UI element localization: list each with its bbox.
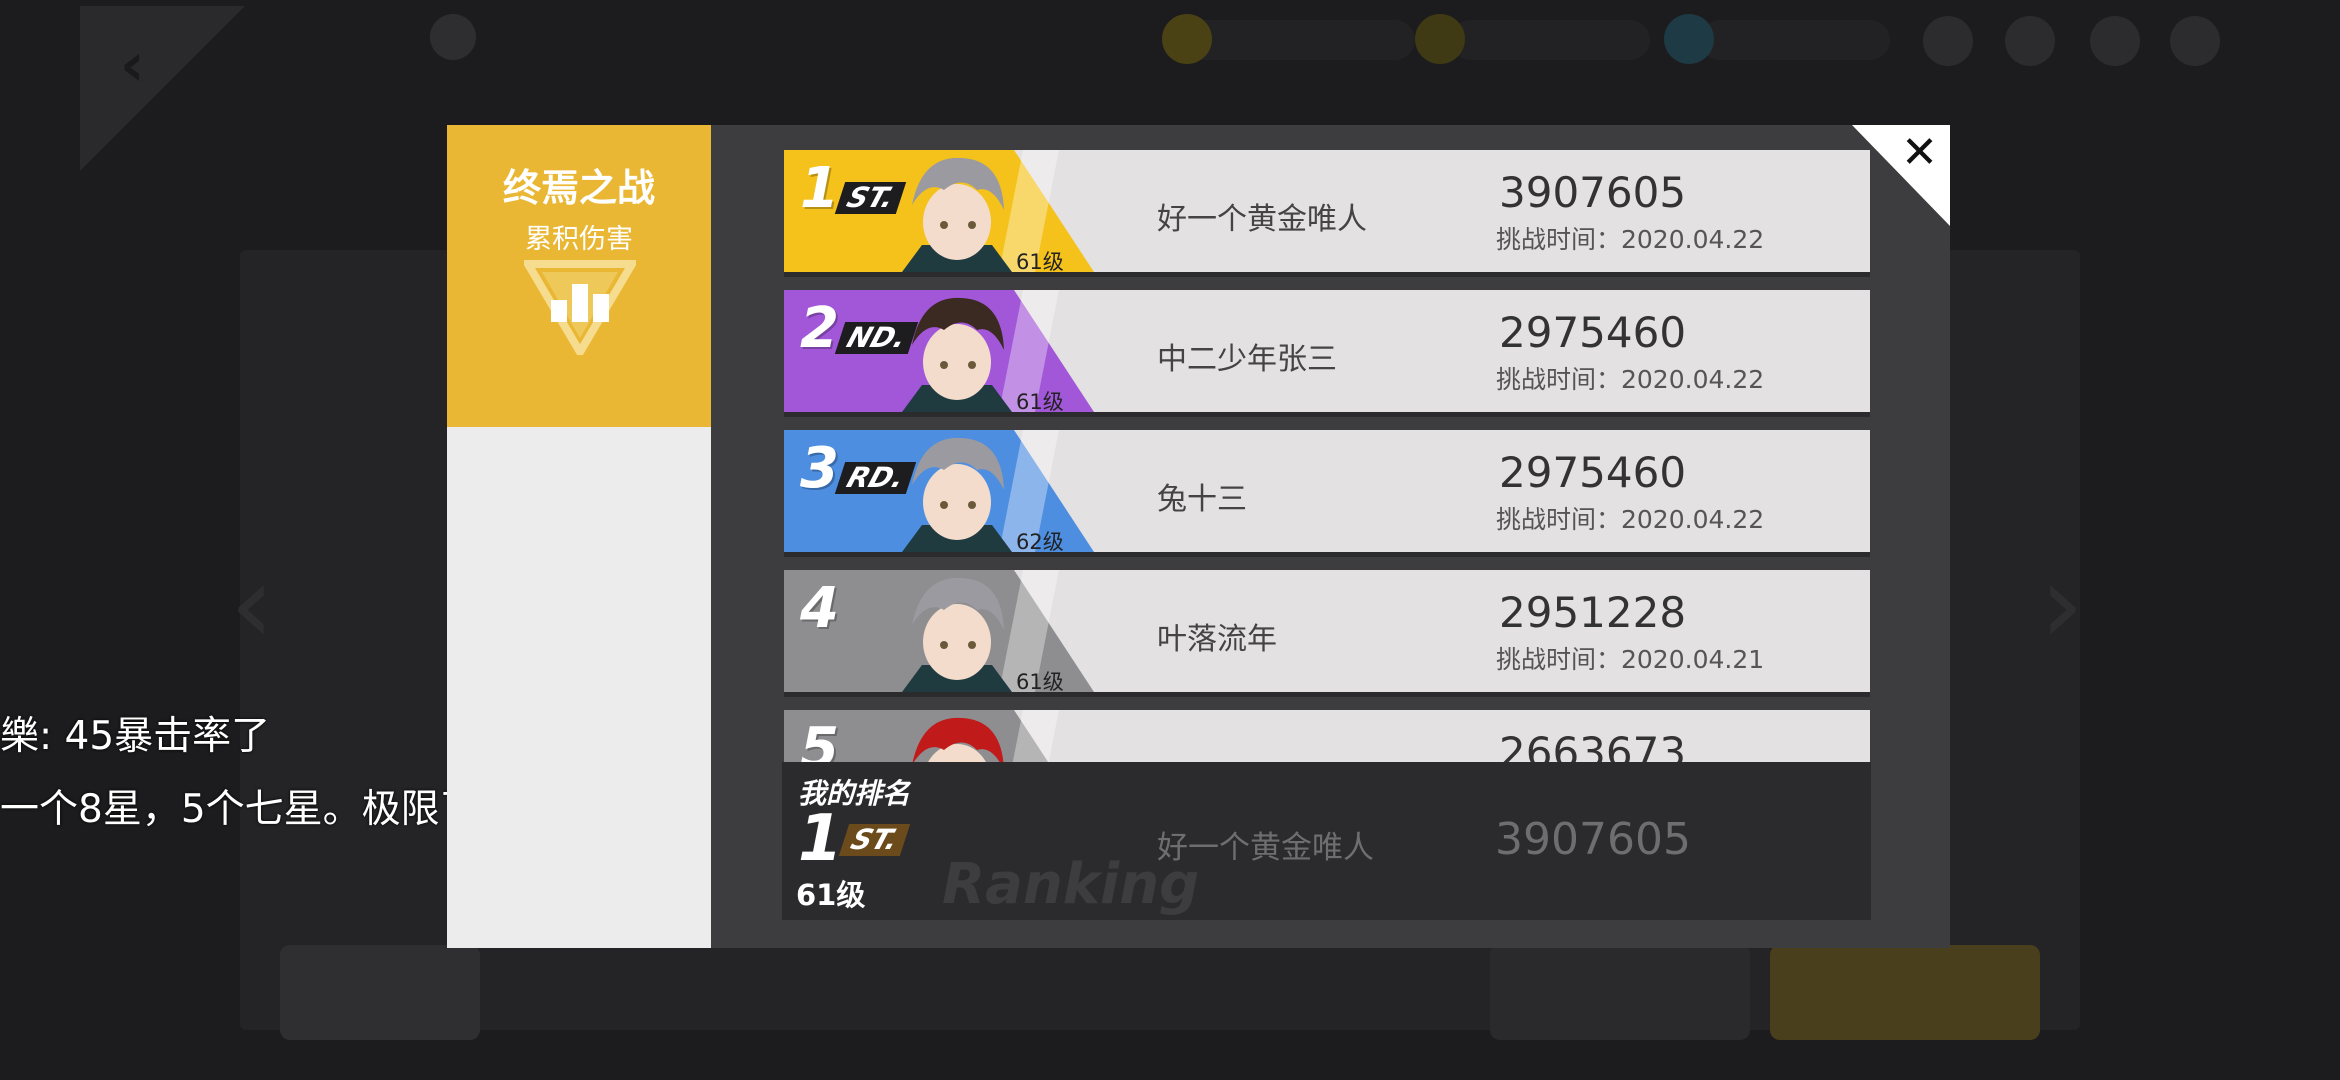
player-name: 好一个黄金唯人	[1157, 202, 1367, 237]
rank-badge-area: 4 61级	[784, 570, 1094, 692]
my-level: 61级	[796, 878, 866, 912]
player-avatar	[902, 157, 1012, 272]
back-button[interactable]	[80, 6, 245, 171]
category-title: 终焉之战	[502, 166, 655, 210]
bg-button-middle[interactable]	[1490, 945, 1750, 1040]
gem-icon	[1664, 14, 1714, 64]
rank-row[interactable]: 3 RD. 62级 兔十三 2975460 挑战时间：2020.04.22	[784, 430, 1870, 557]
help-icon[interactable]	[430, 14, 476, 60]
stamina-icon	[1415, 14, 1465, 64]
player-score: 2951228	[1499, 588, 1687, 637]
rank-row[interactable]: 4 61级 叶落流年 2951228 挑战时间：2020.04.21	[784, 570, 1870, 697]
my-player-name: 好一个黄金唯人	[1157, 830, 1374, 866]
rank-suffix: ND.	[834, 321, 919, 354]
player-level: 61级	[1016, 390, 1064, 412]
close-icon: ✕	[1901, 127, 1938, 178]
player-name: 叶落流年	[1157, 622, 1277, 657]
top-bar: ‹	[0, 0, 2340, 171]
rank-badge-area: 2 ND. 61级	[784, 290, 1094, 412]
bg-button-confirm[interactable]	[1770, 945, 2040, 1040]
my-rank-suffix: ST.	[838, 823, 911, 856]
player-score: 2975460	[1499, 308, 1687, 357]
rank-number: 1	[800, 156, 839, 221]
player-name: 中二少年张三	[1157, 342, 1337, 377]
player-avatar	[902, 577, 1012, 692]
rank-number: 4	[800, 576, 839, 641]
subtitle-line-2: 一个8星，5个七星。极限了	[0, 787, 479, 832]
player-level: 62级	[1016, 530, 1064, 552]
gift-icon[interactable]	[2090, 16, 2140, 66]
challenge-time: 挑战时间：2020.04.22	[1496, 505, 1765, 534]
resource-gold-bar	[1185, 20, 1415, 60]
my-score: 3907605	[1495, 814, 1691, 865]
category-subtitle: 累积伤害	[525, 224, 633, 255]
rank-suffix: RD.	[834, 461, 917, 494]
category-tab-active[interactable]: 终焉之战 累积伤害	[447, 125, 711, 427]
resource-stamina-bar	[1450, 20, 1650, 60]
rank-suffix: ST.	[834, 181, 907, 214]
rank-badge-area: 3 RD. 62级	[784, 430, 1094, 552]
back-arrow-icon: ‹	[120, 30, 145, 100]
subtitle-line-1: 樂: 45暴击率了	[0, 714, 271, 759]
bg-button-left[interactable]	[280, 945, 480, 1040]
challenge-time: 挑战时间：2020.04.21	[1496, 645, 1765, 674]
ranking-list[interactable]: 1 ST. 61级 好一个黄金唯人 3907605 挑战时间：2020.04.2…	[784, 150, 1870, 774]
my-rank-panel: Ranking 我的排名 1 ST. 61级 好一个黄金唯人 3907605	[782, 762, 1871, 920]
settings-icon[interactable]	[2170, 16, 2220, 66]
prev-arrow-icon[interactable]: ‹	[230, 540, 274, 668]
player-level: 61级	[1016, 670, 1064, 692]
ranking-dialog: 终焉之战 累积伤害 ✕ 1 ST. 61级 好一个黄金唯人 3907605 挑战…	[447, 125, 1950, 948]
bar-chart-triangle-icon	[524, 260, 636, 355]
mail-icon[interactable]	[2005, 16, 2055, 66]
rank-row[interactable]: 1 ST. 61级 好一个黄金唯人 3907605 挑战时间：2020.04.2…	[784, 150, 1870, 277]
my-rank-number: 1	[798, 802, 843, 876]
rank-number: 2	[800, 296, 839, 361]
sidebar: 终焉之战 累积伤害	[447, 125, 711, 948]
rank-row[interactable]: 2 ND. 61级 中二少年张三 2975460 挑战时间：2020.04.22	[784, 290, 1870, 417]
player-score: 2975460	[1499, 448, 1687, 497]
resource-gem-bar	[1700, 20, 1890, 60]
menu-icon[interactable]	[1923, 16, 1973, 66]
player-name: 兔十三	[1157, 482, 1247, 517]
gold-coin-icon	[1162, 14, 1212, 64]
rank-badge-area: 1 ST. 61级	[784, 150, 1094, 272]
next-arrow-icon[interactable]: ›	[2040, 540, 2084, 668]
challenge-time: 挑战时间：2020.04.22	[1496, 365, 1765, 394]
rank-number: 3	[800, 436, 839, 501]
challenge-time: 挑战时间：2020.04.22	[1496, 225, 1765, 254]
player-level: 61级	[1016, 250, 1064, 272]
player-score: 3907605	[1499, 168, 1687, 217]
